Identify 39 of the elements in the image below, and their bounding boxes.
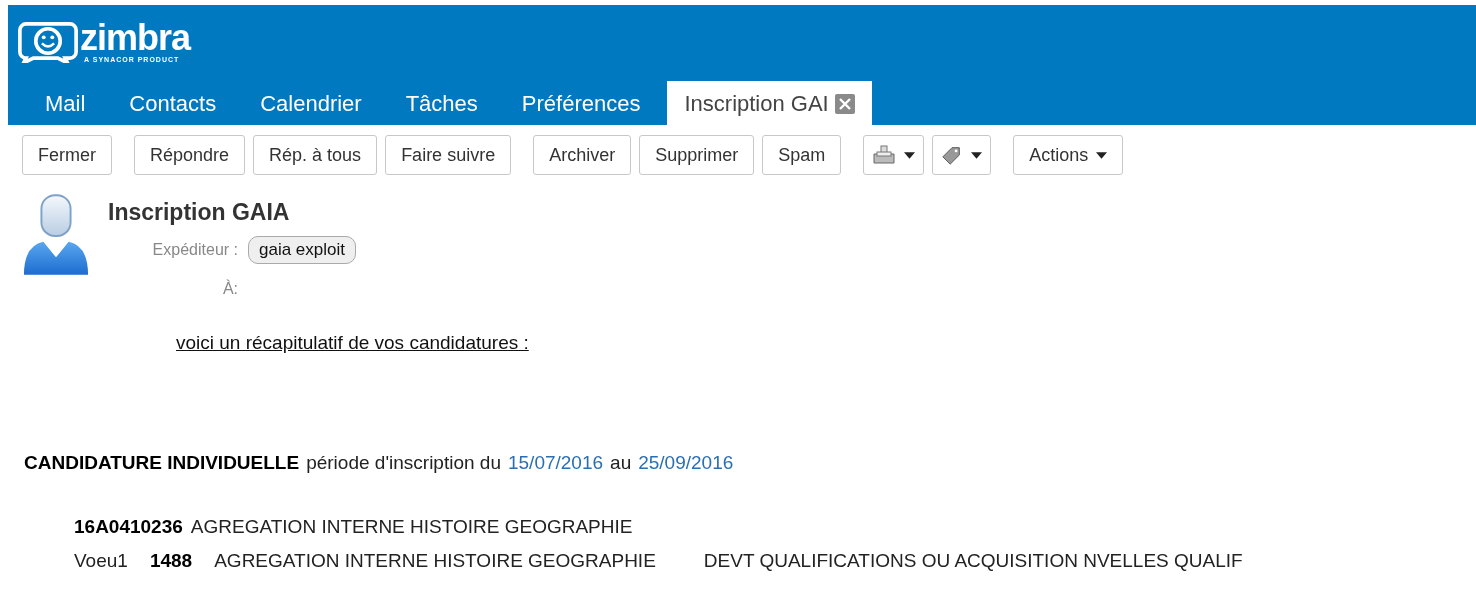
wish-reason: DEVT QUALIFICATIONS OU ACQUISITION NVELLES QUALIF: [703, 550, 1243, 572]
caret-icon: [971, 151, 983, 159]
wish-name: Voeu1: [74, 550, 128, 572]
candidature-heading: CANDIDATURE INDIVIDUELLE: [24, 452, 300, 474]
printer-icon: [872, 145, 897, 165]
toolbar-button[interactable]: Supprimer: [639, 135, 755, 175]
smiley-logo-icon: [18, 19, 78, 63]
period-text: période d'inscription du: [306, 452, 501, 474]
print-menu-button[interactable]: [863, 135, 925, 175]
end-date: 25/09/2016: [638, 452, 734, 474]
start-date: 15/07/2016: [507, 452, 604, 474]
tag-menu-button[interactable]: [932, 135, 992, 175]
app-tab[interactable]: Contacts: [112, 81, 234, 125]
toolbar-button[interactable]: Spam: [762, 135, 842, 175]
wish-number: 1488: [149, 550, 193, 572]
app-tab[interactable]: Tâches: [388, 81, 495, 125]
connector-text: au: [610, 452, 632, 474]
logo-wordmark: zimbra: [80, 19, 191, 56]
caret-icon: [1096, 151, 1108, 159]
exam-code: 16A0410236: [74, 516, 183, 538]
message-subject: Inscription GAIA: [108, 199, 291, 226]
sender-label: Expéditeur :: [151, 241, 238, 259]
app-tab[interactable]: Calendrier: [243, 81, 379, 125]
wish-label: AGREGATION INTERNE HISTOIRE GEOGRAPHIE: [214, 550, 656, 572]
sender-chip[interactable]: gaia exploit: [248, 236, 356, 264]
toolbar-button[interactable]: Fermer: [22, 135, 112, 175]
recipient-label: À:: [221, 280, 238, 298]
app-tab[interactable]: Mail: [28, 81, 103, 125]
close-icon[interactable]: [834, 94, 855, 114]
toolbar-button[interactable]: Archiver: [533, 135, 632, 175]
toolbar-button[interactable]: Faire suivre: [385, 135, 512, 175]
caret-icon: [904, 151, 916, 159]
intro-text: voici un récapitulatif de vos candidatures :: [176, 332, 530, 354]
app-tab[interactable]: Inscription GAI: [667, 81, 872, 125]
app-tab[interactable]: Préférences: [504, 81, 658, 125]
toolbar-button[interactable]: Répondre: [134, 135, 246, 175]
actions-menu-button[interactable]: Actions: [1013, 135, 1124, 175]
exam-label: AGREGATION INTERNE HISTOIRE GEOGRAPHIE: [190, 516, 633, 538]
toolbar-button[interactable]: Rép. à tous: [253, 135, 378, 175]
